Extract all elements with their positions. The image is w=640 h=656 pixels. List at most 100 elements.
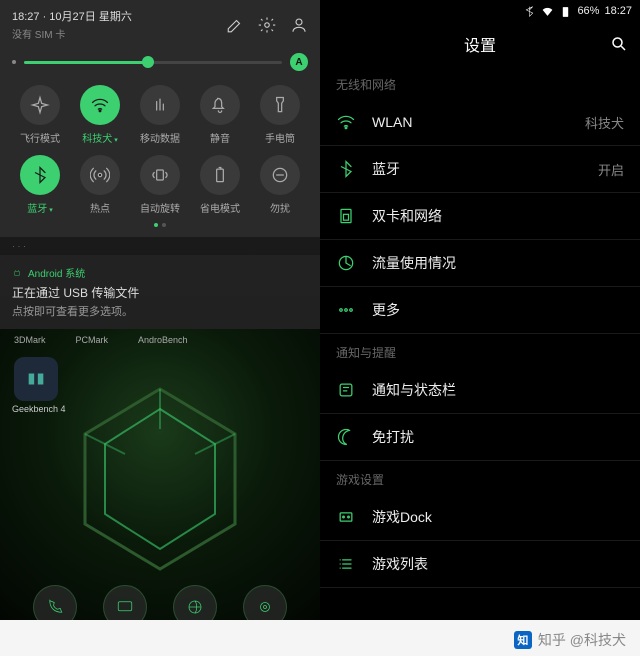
wallpaper-hex [70,379,250,579]
dock-icon [336,507,356,527]
brightness-slider[interactable]: A [12,53,308,71]
status-datetime: 18:27 · 10月27日 星期六 [12,8,132,24]
moon-icon [336,427,356,447]
attribution: 知 知乎 @科技犬 [514,630,626,650]
qs-tile-bell-off[interactable]: 静音 [192,85,248,145]
row-label: 流量使用情况 [372,253,624,273]
tile-label: 移动数据 [140,130,180,145]
dock-browser[interactable] [173,585,217,620]
tile-label: 科技犬▾ [82,130,118,145]
status-no-sim: 没有 SIM 卡 [12,26,132,41]
battery-save-icon [210,165,230,185]
dock-phone[interactable] [33,585,77,620]
tile-label: 手电筒 [265,130,295,145]
settings-row-sim[interactable]: 双卡和网络 [320,193,640,240]
flashlight-icon [270,95,290,115]
homescreen: 3DMarkPCMarkAndroBench Geekbench 4 [0,329,320,620]
app-row: 3DMark PCMark AndroBench [0,329,320,351]
qs-tile-dnd[interactable]: 勿扰 [252,155,308,215]
qs-tile-flashlight[interactable]: 手电筒 [252,85,308,145]
battery-status-icon [559,5,572,18]
notif-icon [336,380,356,400]
tile-label: 飞行模式 [20,130,60,145]
rotate-icon [150,165,170,185]
edit-icon[interactable] [226,16,244,34]
settings-row-wifi[interactable]: WLAN科技犬 [320,99,640,146]
qs-tile-rotate[interactable]: 自动旋转 [132,155,188,215]
settings-list: 无线和网络WLAN科技犬蓝牙开启双卡和网络流量使用情况更多通知与提醒通知与状态栏… [320,66,640,588]
phone-icon [46,598,64,616]
notification-card[interactable]: Android 系统 正在通过 USB 传输文件 点按即可查看更多选项。 [0,255,320,329]
camera-icon [256,598,274,616]
bluetooth-status-icon [523,5,536,18]
section-header: 游戏设置 [320,461,640,494]
wifi-icon [336,112,356,132]
qs-tile-airplane[interactable]: 飞行模式 [12,85,68,145]
dock [0,585,320,620]
attribution-text: 知乎 @科技犬 [538,630,626,650]
gear-icon[interactable] [258,16,276,34]
tile-label: 勿扰 [270,200,290,215]
settings-row-dock[interactable]: 游戏Dock [320,494,640,541]
settings-row-data-usage[interactable]: 流量使用情况 [320,240,640,287]
auto-brightness-badge[interactable]: A [290,53,308,71]
row-label: WLAN [372,114,585,130]
qs-tile-battery-save[interactable]: 省电模式 [192,155,248,215]
sim-icon [336,206,356,226]
section-header: 通知与提醒 [320,334,640,367]
message-icon [116,598,134,616]
android-icon [12,268,22,278]
page-title: 设置 [464,32,496,56]
row-label: 游戏Dock [372,507,624,527]
row-label: 蓝牙 [372,159,598,179]
qs-tiles-row1: 飞行模式 科技犬▾ 移动数据 静音 手电筒 [12,85,308,145]
app-label[interactable]: PCMark [76,335,109,345]
bluetooth-icon [336,159,356,179]
data-usage-icon [336,253,356,273]
qs-tile-data[interactable]: 移动数据 [132,85,188,145]
app-icon-geekbench[interactable] [14,357,58,401]
row-label: 免打扰 [372,427,624,447]
dock-camera[interactable] [243,585,287,620]
data-icon [150,95,170,115]
qs-tile-hotspot[interactable]: 热点 [72,155,128,215]
tile-label: 静音 [210,130,230,145]
user-icon[interactable] [290,16,308,34]
app-label[interactable]: 3DMark [14,335,46,345]
settings-row-notif[interactable]: 通知与状态栏 [320,367,640,414]
dnd-icon [270,165,290,185]
app-label[interactable]: AndroBench [138,335,188,345]
tile-label: 省电模式 [200,200,240,215]
tile-label: 热点 [90,200,110,215]
qs-header: 18:27 · 10月27日 星期六 没有 SIM 卡 [12,8,308,41]
tile-label: 蓝牙▾ [27,200,53,215]
phone-settings: 66% 18:27 设置 无线和网络WLAN科技犬蓝牙开启双卡和网络流量使用情况… [320,0,640,620]
qs-tile-wifi[interactable]: 科技犬▾ [72,85,128,145]
settings-row-more[interactable]: 更多 [320,287,640,334]
background-strip: · · · [0,237,320,255]
statusbar: 66% 18:27 [320,0,640,22]
dock-messages[interactable] [103,585,147,620]
notification-title: 正在通过 USB 传输文件 [12,284,308,301]
settings-row-bluetooth[interactable]: 蓝牙开启 [320,146,640,193]
settings-row-moon[interactable]: 免打扰 [320,414,640,461]
row-label: 更多 [372,300,624,320]
tile-label: 自动旋转 [140,200,180,215]
search-icon[interactable] [610,35,628,53]
settings-row-list[interactable]: 游戏列表 [320,541,640,588]
qs-tile-bluetooth[interactable]: 蓝牙▾ [12,155,68,215]
airplane-icon [30,95,50,115]
quick-settings-panel: 18:27 · 10月27日 星期六 没有 SIM 卡 A 飞行模式 科技犬▾ 移动… [0,0,320,237]
phone-quicksettings: 18:27 · 10月27日 星期六 没有 SIM 卡 A 飞行模式 科技犬▾ 移动… [0,0,320,620]
notification-body: 点按即可查看更多选项。 [12,303,308,319]
globe-icon [186,598,204,616]
list-icon [336,554,356,574]
row-label: 通知与状态栏 [372,380,624,400]
more-icon [336,300,356,320]
zhihu-logo: 知 [514,631,532,649]
row-label: 双卡和网络 [372,206,624,226]
geekbench-icon [25,368,47,390]
row-label: 游戏列表 [372,554,624,574]
settings-header: 设置 [320,22,640,66]
battery-percent: 66% [577,5,599,17]
